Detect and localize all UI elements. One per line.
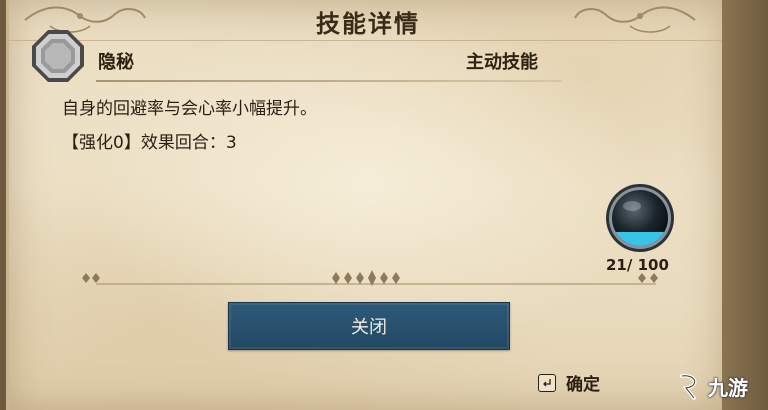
site-watermark-logo: 九游 bbox=[676, 366, 766, 406]
right-frame-edge bbox=[722, 0, 768, 410]
skill-type: 主动技能 bbox=[466, 52, 538, 73]
ornamental-divider bbox=[82, 270, 658, 286]
title-separator bbox=[6, 40, 722, 41]
skill-name: 隐秘 bbox=[98, 52, 134, 73]
watermark-text: 九游 bbox=[708, 375, 748, 400]
confirm-label: 确定 bbox=[566, 375, 600, 395]
dialog-title: 技能详情 bbox=[316, 10, 420, 38]
skill-header-underline bbox=[96, 80, 562, 82]
skill-description: 自身的回避率与会心率小幅提升。 bbox=[62, 99, 317, 119]
enter-key-icon bbox=[538, 373, 556, 392]
watermark-icon bbox=[680, 374, 697, 400]
skill-icon bbox=[32, 30, 84, 82]
close-button[interactable]: 关闭 bbox=[228, 302, 510, 350]
energy-orb-icon bbox=[606, 184, 674, 252]
skill-enhance-info: 【强化0】效果回合：3 bbox=[62, 133, 237, 153]
confirm-button[interactable]: 确定 bbox=[538, 370, 600, 395]
